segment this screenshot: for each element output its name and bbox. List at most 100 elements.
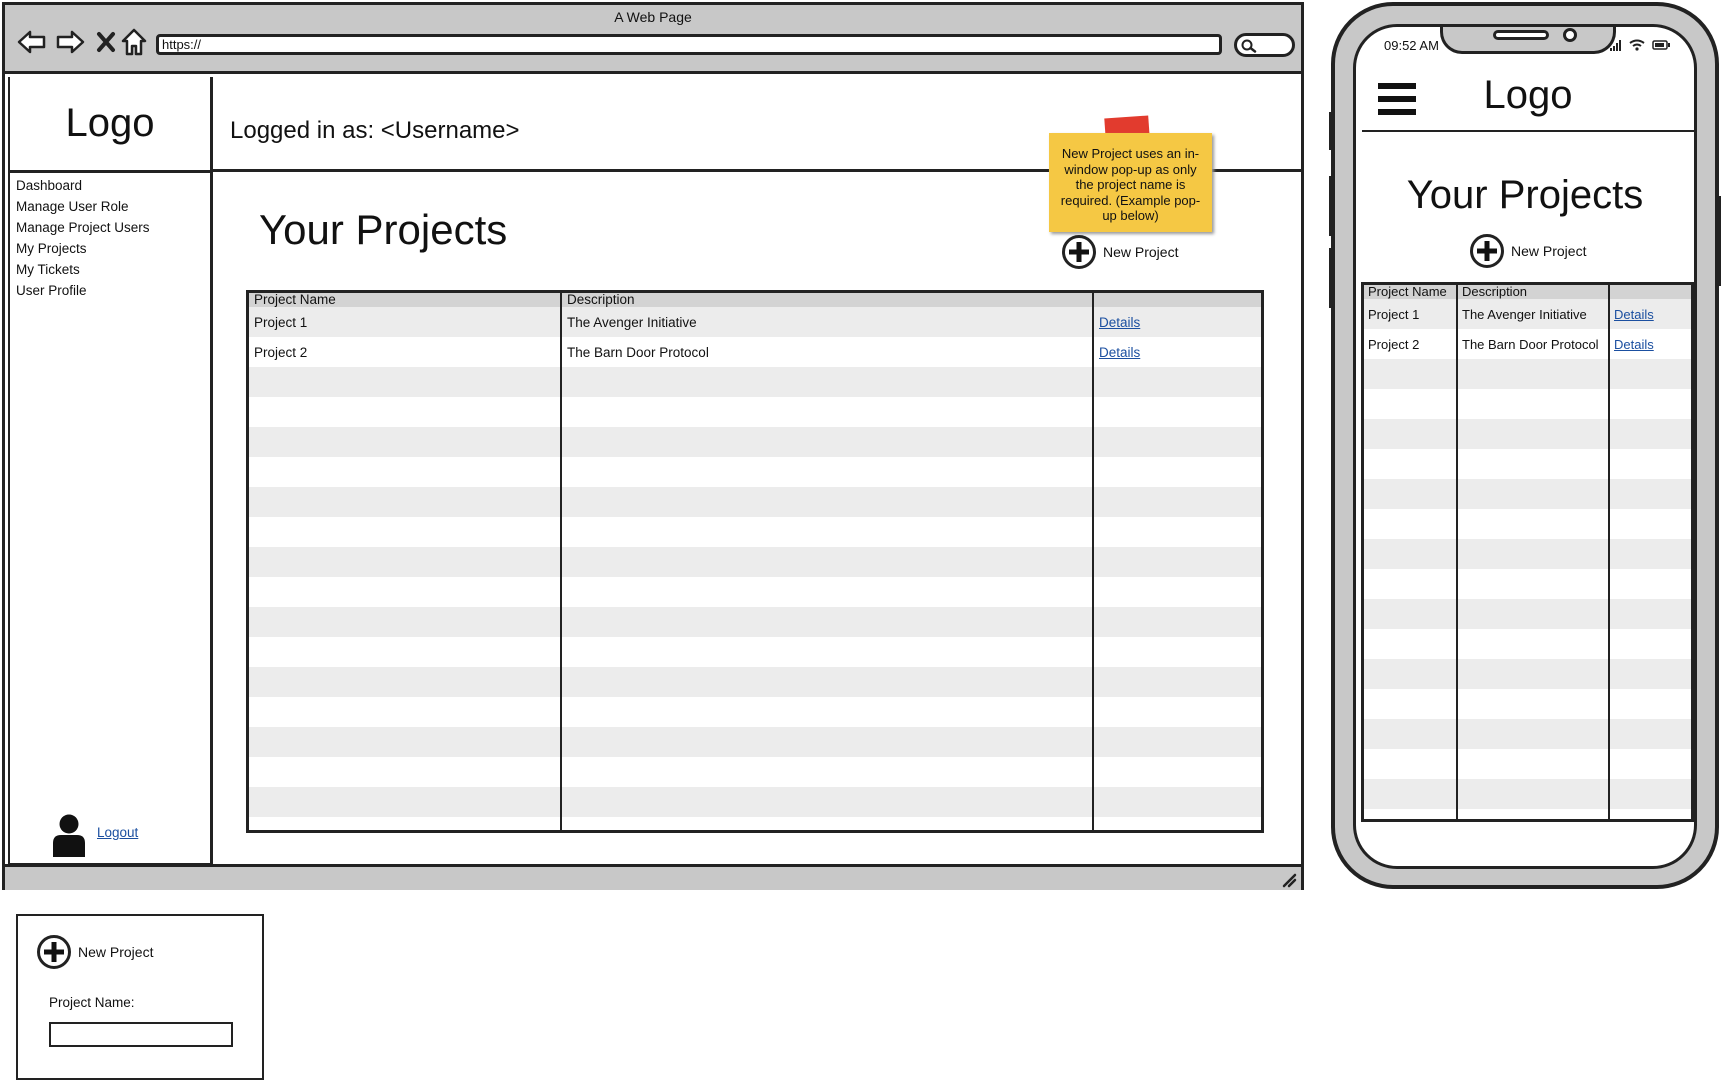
sidebar: Logo Dashboard Manage User Role Manage P… <box>8 77 213 865</box>
column-header-actions <box>1093 293 1261 307</box>
empty-row <box>249 427 1261 457</box>
empty-row <box>1364 509 1691 539</box>
phone-notch <box>1440 27 1616 54</box>
mobile-projects-table: Project Name Description Project 1 The A… <box>1361 282 1694 822</box>
wifi-icon <box>1629 39 1645 51</box>
table-row: Project 2 The Barn Door Protocol Details <box>249 337 1261 367</box>
empty-row <box>249 487 1261 517</box>
empty-row <box>249 757 1261 787</box>
sticky-note: New Project uses an in-window pop-up as … <box>1049 133 1212 232</box>
empty-row <box>249 457 1261 487</box>
sidebar-item-user-profile[interactable]: User Profile <box>16 280 150 301</box>
project-name-cell: Project 1 <box>1364 299 1458 329</box>
details-link[interactable]: Details <box>1614 307 1654 322</box>
empty-row <box>249 517 1261 547</box>
speaker <box>1493 30 1549 40</box>
new-project-popup: New Project Project Name: <box>16 914 264 1080</box>
plus-circle-icon <box>37 935 71 969</box>
empty-row <box>249 547 1261 577</box>
projects-table: Project Name Description Project 1 The A… <box>246 290 1264 833</box>
empty-row <box>249 397 1261 427</box>
empty-row <box>1364 569 1691 599</box>
logo: Logo <box>65 101 155 145</box>
project-name-cell: Project 1 <box>249 307 562 337</box>
sidebar-item-manage-user-role[interactable]: Manage User Role <box>16 196 150 217</box>
column-header-project-name: Project Name <box>249 293 562 307</box>
empty-row <box>1364 809 1691 819</box>
browser-window: A Web Page https:// Logo Dashboard Manag… <box>2 2 1304 890</box>
new-project-label: New Project <box>1103 244 1179 260</box>
browser-status-bar <box>5 864 1301 890</box>
popup-header: New Project <box>36 934 153 970</box>
phone-side-button <box>1329 112 1333 150</box>
user-icon <box>53 814 85 857</box>
forward-arrow-icon[interactable] <box>53 25 87 59</box>
search-icon <box>1241 39 1257 53</box>
sidebar-item-dashboard[interactable]: Dashboard <box>16 175 150 196</box>
status-time: 09:52 AM <box>1384 38 1439 53</box>
sidebar-nav: Dashboard Manage User Role Manage Projec… <box>16 175 150 301</box>
description-cell: The Avenger Initiative <box>561 307 1094 337</box>
phone-volume-down-button <box>1329 248 1333 308</box>
battery-icon <box>1652 40 1670 50</box>
mobile-logo: Logo <box>1483 73 1573 117</box>
home-icon[interactable] <box>117 25 151 59</box>
resize-grip-icon[interactable] <box>1279 870 1297 888</box>
empty-row <box>1364 599 1691 629</box>
empty-row <box>1364 659 1691 689</box>
project-name-cell: Project 2 <box>1364 329 1458 359</box>
empty-row <box>249 697 1261 727</box>
sidebar-item-my-tickets[interactable]: My Tickets <box>16 259 150 280</box>
project-name-input[interactable] <box>49 1022 233 1047</box>
empty-row <box>1364 749 1691 779</box>
page-title: Your Projects <box>259 206 508 253</box>
mobile-new-project-button[interactable]: New Project <box>1469 232 1586 270</box>
table-row: Project 2 The Barn Door Protocol Details <box>1364 329 1691 359</box>
table-row: Project 1 The Avenger Initiative Details <box>1364 299 1691 329</box>
empty-row <box>249 787 1261 817</box>
empty-row <box>249 607 1261 637</box>
address-bar[interactable]: https:// <box>156 34 1222 55</box>
back-arrow-icon[interactable] <box>15 25 49 59</box>
details-link[interactable]: Details <box>1099 315 1140 330</box>
empty-row <box>249 577 1261 607</box>
column-header-actions <box>1609 285 1691 299</box>
project-name-cell: Project 2 <box>249 337 562 367</box>
empty-row <box>249 667 1261 697</box>
status-icons <box>1610 39 1670 51</box>
column-header-description: Description <box>561 293 1094 307</box>
sidebar-item-my-projects[interactable]: My Projects <box>16 238 150 259</box>
description-cell: The Barn Door Protocol <box>561 337 1094 367</box>
logout-link[interactable]: Logout <box>97 825 138 840</box>
empty-row <box>1364 779 1691 809</box>
empty-row <box>1364 419 1691 449</box>
sidebar-item-manage-project-users[interactable]: Manage Project Users <box>16 217 150 238</box>
phone-screen: 09:52 AM Logo Your Projects New Project … <box>1353 24 1697 869</box>
column-header-project-name: Project Name <box>1364 285 1458 299</box>
empty-row <box>1364 719 1691 749</box>
column-header-description: Description <box>1457 285 1610 299</box>
details-link[interactable]: Details <box>1099 345 1140 360</box>
search-field[interactable] <box>1234 33 1295 57</box>
description-cell: The Barn Door Protocol <box>1457 329 1610 359</box>
details-link[interactable]: Details <box>1614 337 1654 352</box>
empty-row <box>1364 539 1691 569</box>
empty-row <box>249 367 1261 397</box>
phone-volume-up-button <box>1329 176 1333 236</box>
front-camera <box>1563 28 1577 42</box>
empty-row <box>249 637 1261 667</box>
table-row: Project 1 The Avenger Initiative Details <box>249 307 1261 337</box>
empty-row <box>1364 689 1691 719</box>
empty-row <box>249 727 1261 757</box>
mobile-page-title: Your Projects <box>1406 173 1644 217</box>
mobile-header-divider <box>1362 130 1694 132</box>
empty-row <box>1364 629 1691 659</box>
mobile-new-project-label: New Project <box>1511 243 1587 259</box>
description-cell: The Avenger Initiative <box>1457 299 1610 329</box>
signal-icon <box>1610 40 1621 51</box>
new-project-button[interactable]: New Project <box>1061 233 1178 271</box>
plus-circle-icon <box>1470 234 1504 268</box>
empty-row <box>1364 359 1691 389</box>
phone-power-button <box>1717 196 1721 286</box>
empty-row <box>1364 449 1691 479</box>
